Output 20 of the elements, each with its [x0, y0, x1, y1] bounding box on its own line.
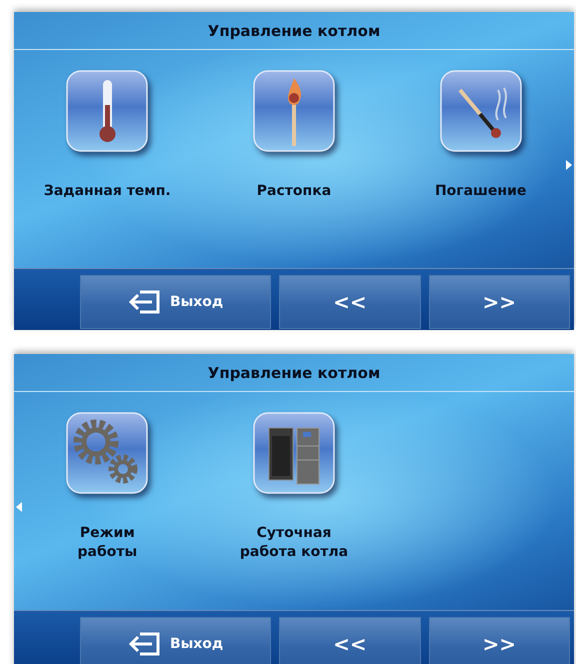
screen-title: Управление котлом: [208, 22, 380, 40]
exit-button[interactable]: Выход: [80, 275, 272, 329]
menu-tile[interactable]: Погашение: [434, 70, 526, 201]
thermometer-icon: [66, 70, 148, 152]
exit-icon: [128, 289, 162, 315]
nav-button[interactable]: >>: [428, 275, 570, 329]
menu-tile[interactable]: Заданная темп.: [44, 70, 171, 201]
menu-tile[interactable]: Суточная работа котла: [240, 412, 348, 562]
menu-tile[interactable]: Растопка: [252, 70, 335, 201]
screen-title: Управление котлом: [208, 364, 380, 382]
exit-button[interactable]: Выход: [80, 617, 272, 664]
boiler-icon: [252, 412, 335, 494]
nav-button[interactable]: <<: [279, 617, 421, 664]
exit-icon: [128, 631, 162, 657]
smoking-match-icon: [440, 70, 522, 152]
menu-tile[interactable]: Режим работы: [66, 412, 148, 562]
gears-icon: [66, 412, 148, 494]
nav-button[interactable]: <<: [279, 275, 421, 329]
match-icon: [252, 70, 335, 152]
nav-button[interactable]: >>: [428, 617, 570, 664]
